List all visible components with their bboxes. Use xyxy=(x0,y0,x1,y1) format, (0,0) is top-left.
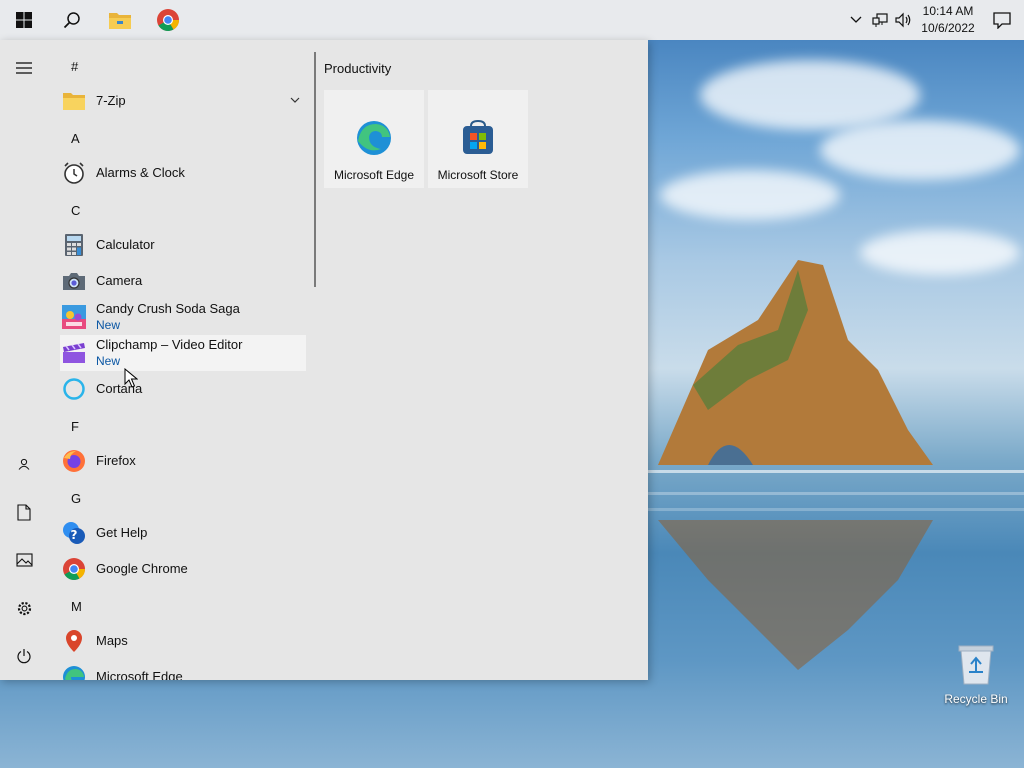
app-item-microsoft-edge[interactable]: Microsoft Edge xyxy=(60,659,306,680)
notification-icon xyxy=(993,12,1011,29)
expand-menu-button[interactable] xyxy=(0,48,48,88)
windows-logo-icon xyxy=(16,12,32,28)
start-button[interactable] xyxy=(0,0,48,40)
app-name: Clipchamp – Video Editor xyxy=(96,337,243,352)
clipchamp-icon xyxy=(62,341,86,365)
app-item-clipchamp[interactable]: Clipchamp – Video Editor New xyxy=(60,335,306,371)
network-button[interactable] xyxy=(868,0,892,40)
app-item-7zip[interactable]: 7-Zip xyxy=(60,83,306,119)
app-name: Microsoft Edge xyxy=(96,669,183,680)
chevron-up-icon xyxy=(850,16,862,23)
app-item-get-help[interactable]: ? Get Help xyxy=(60,515,306,551)
power-button[interactable] xyxy=(0,636,48,676)
start-menu: # 7-Zip A Alarms & Clock C Calculator Ca… xyxy=(0,40,648,680)
search-button[interactable] xyxy=(48,0,96,40)
chrome-icon xyxy=(62,557,86,581)
system-tray: 10:14 AM 10/6/2022 xyxy=(844,0,1024,40)
clock-date: 10/6/2022 xyxy=(921,21,975,35)
start-rail xyxy=(0,40,48,680)
volume-button[interactable] xyxy=(892,0,916,40)
pictures-button[interactable] xyxy=(0,540,48,580)
cortana-icon xyxy=(62,377,86,401)
edge-icon xyxy=(62,665,86,680)
letter-header-a[interactable]: A xyxy=(60,120,80,156)
app-name: Maps xyxy=(96,633,128,648)
app-list-scrollbar[interactable] xyxy=(314,52,316,287)
app-name: 7-Zip xyxy=(96,93,126,108)
clock[interactable]: 10:14 AM 10/6/2022 xyxy=(916,3,980,37)
tile-label: Microsoft Edge xyxy=(333,168,415,182)
taskbar: 10:14 AM 10/6/2022 xyxy=(0,0,1024,40)
alarm-clock-icon xyxy=(62,161,86,185)
tile-microsoft-store[interactable]: Microsoft Store xyxy=(428,90,528,188)
app-item-maps[interactable]: Maps xyxy=(60,623,306,659)
user-icon xyxy=(18,458,30,470)
letter-header-c[interactable]: C xyxy=(60,192,80,228)
hamburger-icon xyxy=(16,62,32,74)
show-hidden-icons-button[interactable] xyxy=(844,0,868,40)
chevron-down-icon[interactable] xyxy=(288,93,302,107)
app-name: Calculator xyxy=(96,237,155,252)
action-center-button[interactable] xyxy=(980,0,1024,40)
new-badge: New xyxy=(96,354,121,368)
power-icon xyxy=(17,649,31,664)
app-item-alarms-clock[interactable]: Alarms & Clock xyxy=(60,155,306,191)
camera-icon xyxy=(62,269,86,293)
file-explorer-button[interactable] xyxy=(96,0,144,40)
folder-icon xyxy=(109,13,131,29)
candy-crush-icon xyxy=(62,305,86,329)
tile-group-title[interactable]: Productivity xyxy=(324,61,391,76)
maps-pin-icon xyxy=(62,629,86,653)
app-item-cortana[interactable]: Cortana xyxy=(60,371,306,407)
mouse-cursor-icon xyxy=(124,368,138,388)
app-name: Camera xyxy=(96,273,143,288)
firefox-icon xyxy=(62,449,86,473)
calculator-icon xyxy=(62,233,86,257)
letter-header-hash[interactable]: # xyxy=(60,48,78,84)
speaker-icon xyxy=(895,12,911,28)
edge-icon xyxy=(357,121,391,155)
chrome-icon xyxy=(157,9,179,31)
app-name: Google Chrome xyxy=(96,561,188,576)
recycle-bin-icon xyxy=(957,642,995,686)
store-bag-icon xyxy=(463,119,493,154)
document-icon xyxy=(17,503,31,521)
letter-header-g[interactable]: G xyxy=(60,480,81,516)
app-name: Get Help xyxy=(96,525,148,540)
recycle-bin[interactable]: Recycle Bin xyxy=(940,642,1012,706)
letter-header-m[interactable]: M xyxy=(60,588,82,624)
app-item-calculator[interactable]: Calculator xyxy=(60,227,306,263)
app-name: Alarms & Clock xyxy=(96,165,185,180)
app-item-camera[interactable]: Camera xyxy=(60,263,306,299)
gear-icon xyxy=(17,601,31,615)
clock-time: 10:14 AM xyxy=(922,4,974,18)
app-item-google-chrome[interactable]: Google Chrome xyxy=(60,551,306,587)
svg-text:?: ? xyxy=(71,528,78,542)
app-name: Firefox xyxy=(96,453,136,468)
user-account-button[interactable] xyxy=(0,444,48,484)
picture-icon xyxy=(15,553,33,567)
app-list: # 7-Zip A Alarms & Clock C Calculator Ca… xyxy=(48,40,310,680)
network-icon xyxy=(872,13,888,27)
search-icon xyxy=(63,12,80,29)
documents-button[interactable] xyxy=(0,492,48,532)
folder-icon xyxy=(62,89,86,113)
chrome-taskbar-button[interactable] xyxy=(144,0,192,40)
letter-header-f[interactable]: F xyxy=(60,408,79,444)
app-item-firefox[interactable]: Firefox xyxy=(60,443,306,479)
get-help-icon: ? xyxy=(62,521,86,545)
new-badge: New xyxy=(96,318,121,332)
app-name: Candy Crush Soda Saga xyxy=(96,301,240,316)
tile-label: Microsoft Store xyxy=(437,168,519,182)
recycle-bin-label: Recycle Bin xyxy=(944,692,1008,706)
tile-microsoft-edge[interactable]: Microsoft Edge xyxy=(324,90,424,188)
tiles-area: Productivity Microsoft Edge Microsoft St… xyxy=(324,40,644,680)
app-item-candy-crush[interactable]: Candy Crush Soda Saga New xyxy=(60,299,306,335)
settings-button[interactable] xyxy=(0,588,48,628)
